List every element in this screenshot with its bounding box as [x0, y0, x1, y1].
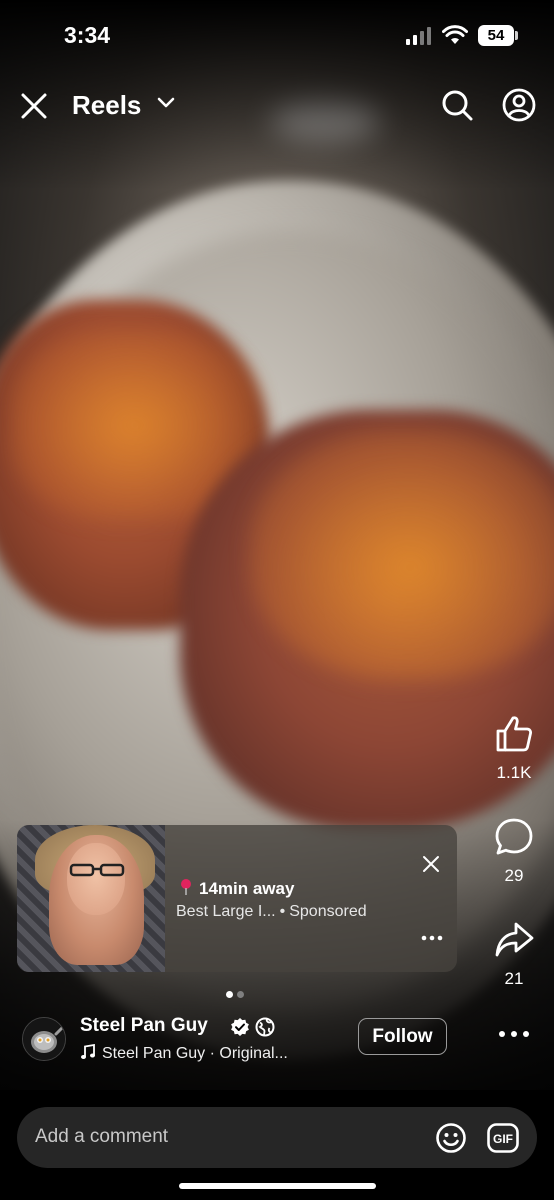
- more-icon[interactable]: [497, 1026, 531, 1042]
- cellular-signal-icon: [406, 27, 431, 45]
- comment-button[interactable]: 29: [486, 817, 542, 886]
- close-icon[interactable]: [421, 854, 441, 874]
- reels-title[interactable]: Reels: [72, 90, 141, 121]
- avatar[interactable]: [22, 1017, 66, 1061]
- comment-count: 29: [504, 866, 524, 885]
- verified-icon: [231, 1018, 249, 1036]
- profile-icon[interactable]: [502, 88, 536, 122]
- close-icon[interactable]: [20, 92, 48, 120]
- comment-input[interactable]: [35, 1121, 415, 1153]
- ad-thumbnail-face: [67, 843, 125, 915]
- battery-cap: [515, 31, 518, 40]
- reels-header: Reels: [0, 80, 554, 130]
- gif-icon[interactable]: GIF: [487, 1123, 519, 1153]
- video-steak-right-sear: [250, 430, 554, 680]
- wifi-icon: [442, 25, 468, 44]
- more-icon[interactable]: [420, 934, 444, 942]
- music-note-icon: [81, 1044, 95, 1059]
- ad-title: Best Large I...: [176, 903, 276, 920]
- battery-level: 54: [478, 25, 514, 46]
- ad-subtitle: Best Large I... • Sponsored: [176, 903, 367, 921]
- comment-icon: [495, 818, 533, 855]
- home-indicator[interactable]: [179, 1183, 376, 1189]
- chevron-down-icon[interactable]: [156, 96, 176, 110]
- carousel-pager: [226, 985, 248, 1003]
- pager-dot: [237, 991, 244, 998]
- sponsored-ad-card[interactable]: 14min away Best Large I... • Sponsored: [17, 825, 457, 972]
- share-button[interactable]: 21: [486, 920, 542, 989]
- like-count: 1.1K: [496, 763, 532, 782]
- comment-bar: GIF: [17, 1107, 537, 1168]
- ad-sponsored-label: Sponsored: [289, 903, 367, 920]
- status-bar: 3:34 54: [0, 0, 554, 60]
- globe-icon: [255, 1017, 275, 1037]
- ad-thumbnail-glasses: [69, 863, 125, 877]
- location-pin-icon: [181, 879, 191, 895]
- follow-button[interactable]: Follow: [358, 1018, 447, 1055]
- search-icon[interactable]: [440, 88, 474, 122]
- ad-location-text: 14min away: [199, 879, 295, 898]
- like-button[interactable]: 1.1K: [486, 714, 542, 783]
- avatar-image: [23, 1018, 65, 1060]
- creator-name[interactable]: Steel Pan Guy: [80, 1015, 208, 1037]
- emoji-icon[interactable]: [435, 1122, 467, 1154]
- share-icon: [495, 922, 534, 957]
- ad-thumbnail[interactable]: [17, 825, 165, 972]
- audio-text: Steel Pan Guy · Original...: [102, 1045, 288, 1062]
- like-icon: [496, 716, 532, 752]
- status-time: 3:34: [64, 22, 111, 48]
- audio-attribution[interactable]: Steel Pan Guy · Original...: [80, 1044, 288, 1063]
- ad-location: 14min away: [179, 878, 294, 899]
- ad-separator: •: [279, 903, 286, 920]
- share-count: 21: [504, 969, 524, 988]
- gif-label: GIF: [493, 1132, 513, 1146]
- pager-dot-active: [226, 991, 233, 998]
